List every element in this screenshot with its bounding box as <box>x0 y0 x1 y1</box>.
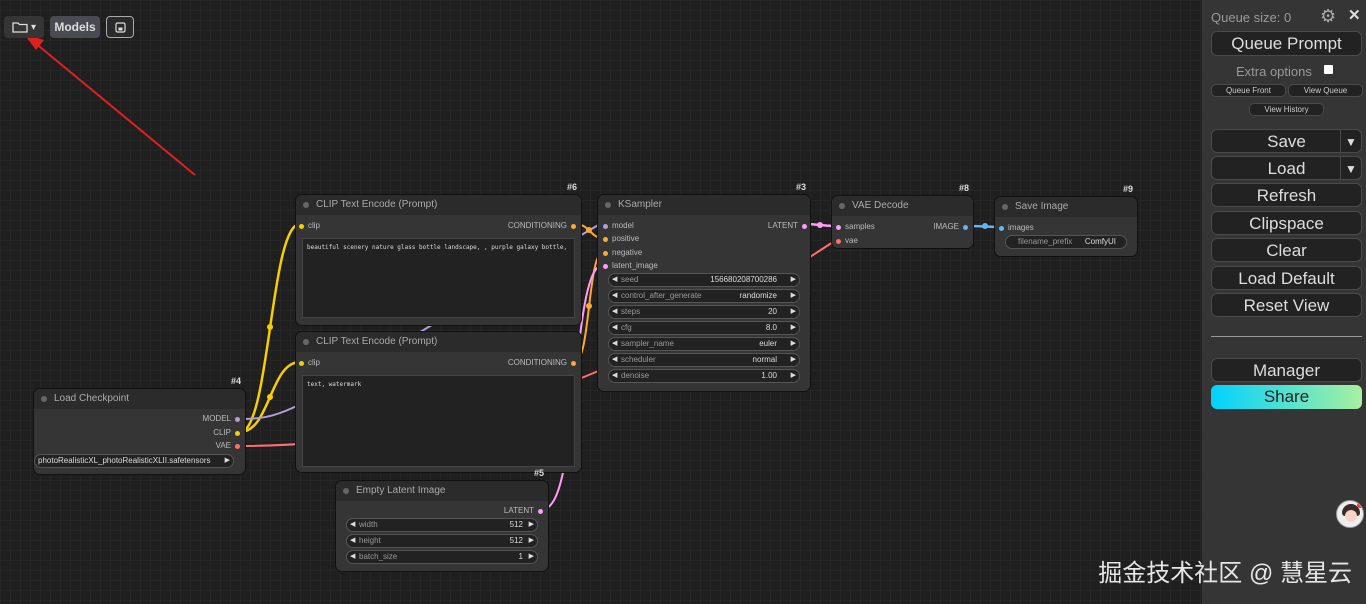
view-queue-button[interactable]: View Queue <box>1288 84 1363 97</box>
extra-options-checkbox[interactable] <box>1324 65 1333 74</box>
node-title: CLIP Text Encode (Prompt) <box>296 332 581 352</box>
node-ksampler[interactable]: #3 KSampler model positive negative late… <box>598 182 810 391</box>
share-button[interactable]: Share <box>1211 385 1362 409</box>
input-negative[interactable]: negative <box>603 248 642 257</box>
queue-size: Queue size: 0 <box>1211 10 1292 25</box>
node-id: #4 <box>230 376 241 386</box>
clear-button[interactable]: Clear <box>1211 238 1362 262</box>
input-model[interactable]: model <box>603 221 634 230</box>
input-images[interactable]: images <box>999 223 1034 232</box>
watermark-text: 掘金技术社区 @ 慧星云 <box>1098 560 1352 587</box>
output-image[interactable]: IMAGE <box>933 222 968 231</box>
output-clip[interactable]: CLIP <box>213 428 240 437</box>
widget-batch-size[interactable]: ◀ batch_size 1 ▶ <box>346 550 538 564</box>
node-vae-decode[interactable]: #8 VAE Decode samples vae IMAGE <box>832 183 973 248</box>
manager-button[interactable]: Manager <box>1211 358 1362 382</box>
node-id: #3 <box>795 182 806 192</box>
node-title: CLIP Text Encode (Prompt) <box>296 195 581 215</box>
gear-icon[interactable]: ⚙ <box>1320 6 1336 27</box>
widget-sampler-name[interactable]: ◀ sampler_name euler ▶ <box>608 337 800 351</box>
node-id: #6 <box>566 182 577 192</box>
node-clip-text-encode-positive[interactable]: #6 CLIP Text Encode (Prompt) clip CONDIT… <box>296 182 581 325</box>
workflow-folder-button[interactable]: ▾ <box>4 16 44 38</box>
load-default-button[interactable]: Load Default <box>1211 266 1362 290</box>
input-vae[interactable]: vae <box>836 236 858 245</box>
queue-front-button[interactable]: Queue Front <box>1211 84 1286 97</box>
menu-divider <box>1211 336 1362 337</box>
node-id: #8 <box>958 183 969 193</box>
red-arrow-line <box>33 41 196 176</box>
output-model[interactable]: MODEL <box>203 414 240 423</box>
view-history-button[interactable]: View History <box>1249 103 1324 116</box>
save-workflow-button[interactable] <box>106 16 134 38</box>
widget-control-after-generate[interactable]: ◀ control_after_generate randomize ▶ <box>608 289 800 303</box>
output-latent[interactable]: LATENT <box>768 221 807 230</box>
top-left-toolbar: ▾ Models <box>4 16 134 38</box>
node-title: Empty Latent Image <box>336 481 548 501</box>
comfy-menu-panel: Queue size: 0 ⚙ ✕ Queue Prompt Extra opt… <box>1202 0 1366 604</box>
node-id: #9 <box>1122 184 1133 194</box>
output-vae[interactable]: VAE <box>216 441 240 450</box>
widget-filename-prefix[interactable]: filename_prefix ComfyUI <box>1005 235 1127 249</box>
node-id: #5 <box>533 468 544 478</box>
ckpt-name-widget[interactable]: photoRealisticXL_photoRealisticXLII.safe… <box>34 454 234 468</box>
input-positive[interactable]: positive <box>603 234 639 243</box>
save-icon <box>114 21 126 33</box>
load-button[interactable]: Load ▼ <box>1211 156 1362 180</box>
models-button[interactable]: Models <box>50 16 100 38</box>
chevron-down-icon[interactable]: ▼ <box>1340 130 1361 152</box>
folder-icon <box>12 22 28 33</box>
input-latent-image[interactable]: latent_image <box>603 261 658 270</box>
widget-steps[interactable]: ◀ steps 20 ▶ <box>608 305 800 319</box>
wire-clip-to-clip-pos <box>239 222 301 434</box>
node-load-checkpoint[interactable]: #4 Load Checkpoint MODEL CLIP VAE photoR… <box>34 376 245 474</box>
node-empty-latent-image[interactable]: #5 Empty Latent Image LATENT ◀ width 512 ▶ … <box>336 468 548 571</box>
widget-cfg[interactable]: ◀ cfg 8.0 ▶ <box>608 321 800 335</box>
chevron-down-icon: ▾ <box>30 21 37 33</box>
refresh-button[interactable]: Refresh <box>1211 183 1362 207</box>
node-clip-text-encode-negative[interactable]: CLIP Text Encode (Prompt) clip CONDITION… <box>296 332 581 472</box>
widget-height[interactable]: ◀ height 512 ▶ <box>346 534 538 548</box>
widget-denoise[interactable]: ◀ denoise 1.00 ▶ <box>608 369 800 383</box>
clipspace-button[interactable]: Clipspace <box>1211 211 1362 235</box>
extra-options-label: Extra options <box>1236 64 1312 79</box>
node-save-image[interactable]: #9 Save Image images filename_prefix Comf… <box>995 184 1137 256</box>
input-samples[interactable]: samples <box>836 222 875 231</box>
output-conditioning[interactable]: CONDITIONING <box>508 221 576 230</box>
widget-seed[interactable]: ◀ seed 156680208700286 ▶ <box>608 273 800 287</box>
node-graph-canvas[interactable]: #4 Load Checkpoint MODEL CLIP VAE photoR… <box>0 0 1202 604</box>
node-title: Load Checkpoint <box>34 389 245 409</box>
output-conditioning[interactable]: CONDITIONING <box>508 358 576 367</box>
node-title: Save Image <box>995 197 1137 217</box>
node-title: KSampler <box>598 195 810 215</box>
close-icon[interactable]: ✕ <box>1348 6 1361 24</box>
save-button[interactable]: Save ▼ <box>1211 129 1362 153</box>
prompt-textarea[interactable]: beautiful scenery nature glass bottle la… <box>302 238 575 318</box>
wire-clip-to-clip-neg <box>239 360 301 434</box>
widget-scheduler[interactable]: ◀ scheduler normal ▶ <box>608 353 800 367</box>
chevron-down-icon[interactable]: ▼ <box>1340 157 1361 179</box>
output-latent[interactable]: LATENT <box>504 506 543 515</box>
input-clip[interactable]: clip <box>299 221 320 230</box>
avatar[interactable] <box>1336 500 1364 528</box>
input-clip[interactable]: clip <box>299 358 320 367</box>
prompt-textarea[interactable]: text, watermark <box>302 375 575 467</box>
node-title: VAE Decode <box>832 196 973 216</box>
queue-prompt-button[interactable]: Queue Prompt <box>1211 31 1362 56</box>
widget-width[interactable]: ◀ width 512 ▶ <box>346 518 538 532</box>
reset-view-button[interactable]: Reset View <box>1211 293 1362 317</box>
